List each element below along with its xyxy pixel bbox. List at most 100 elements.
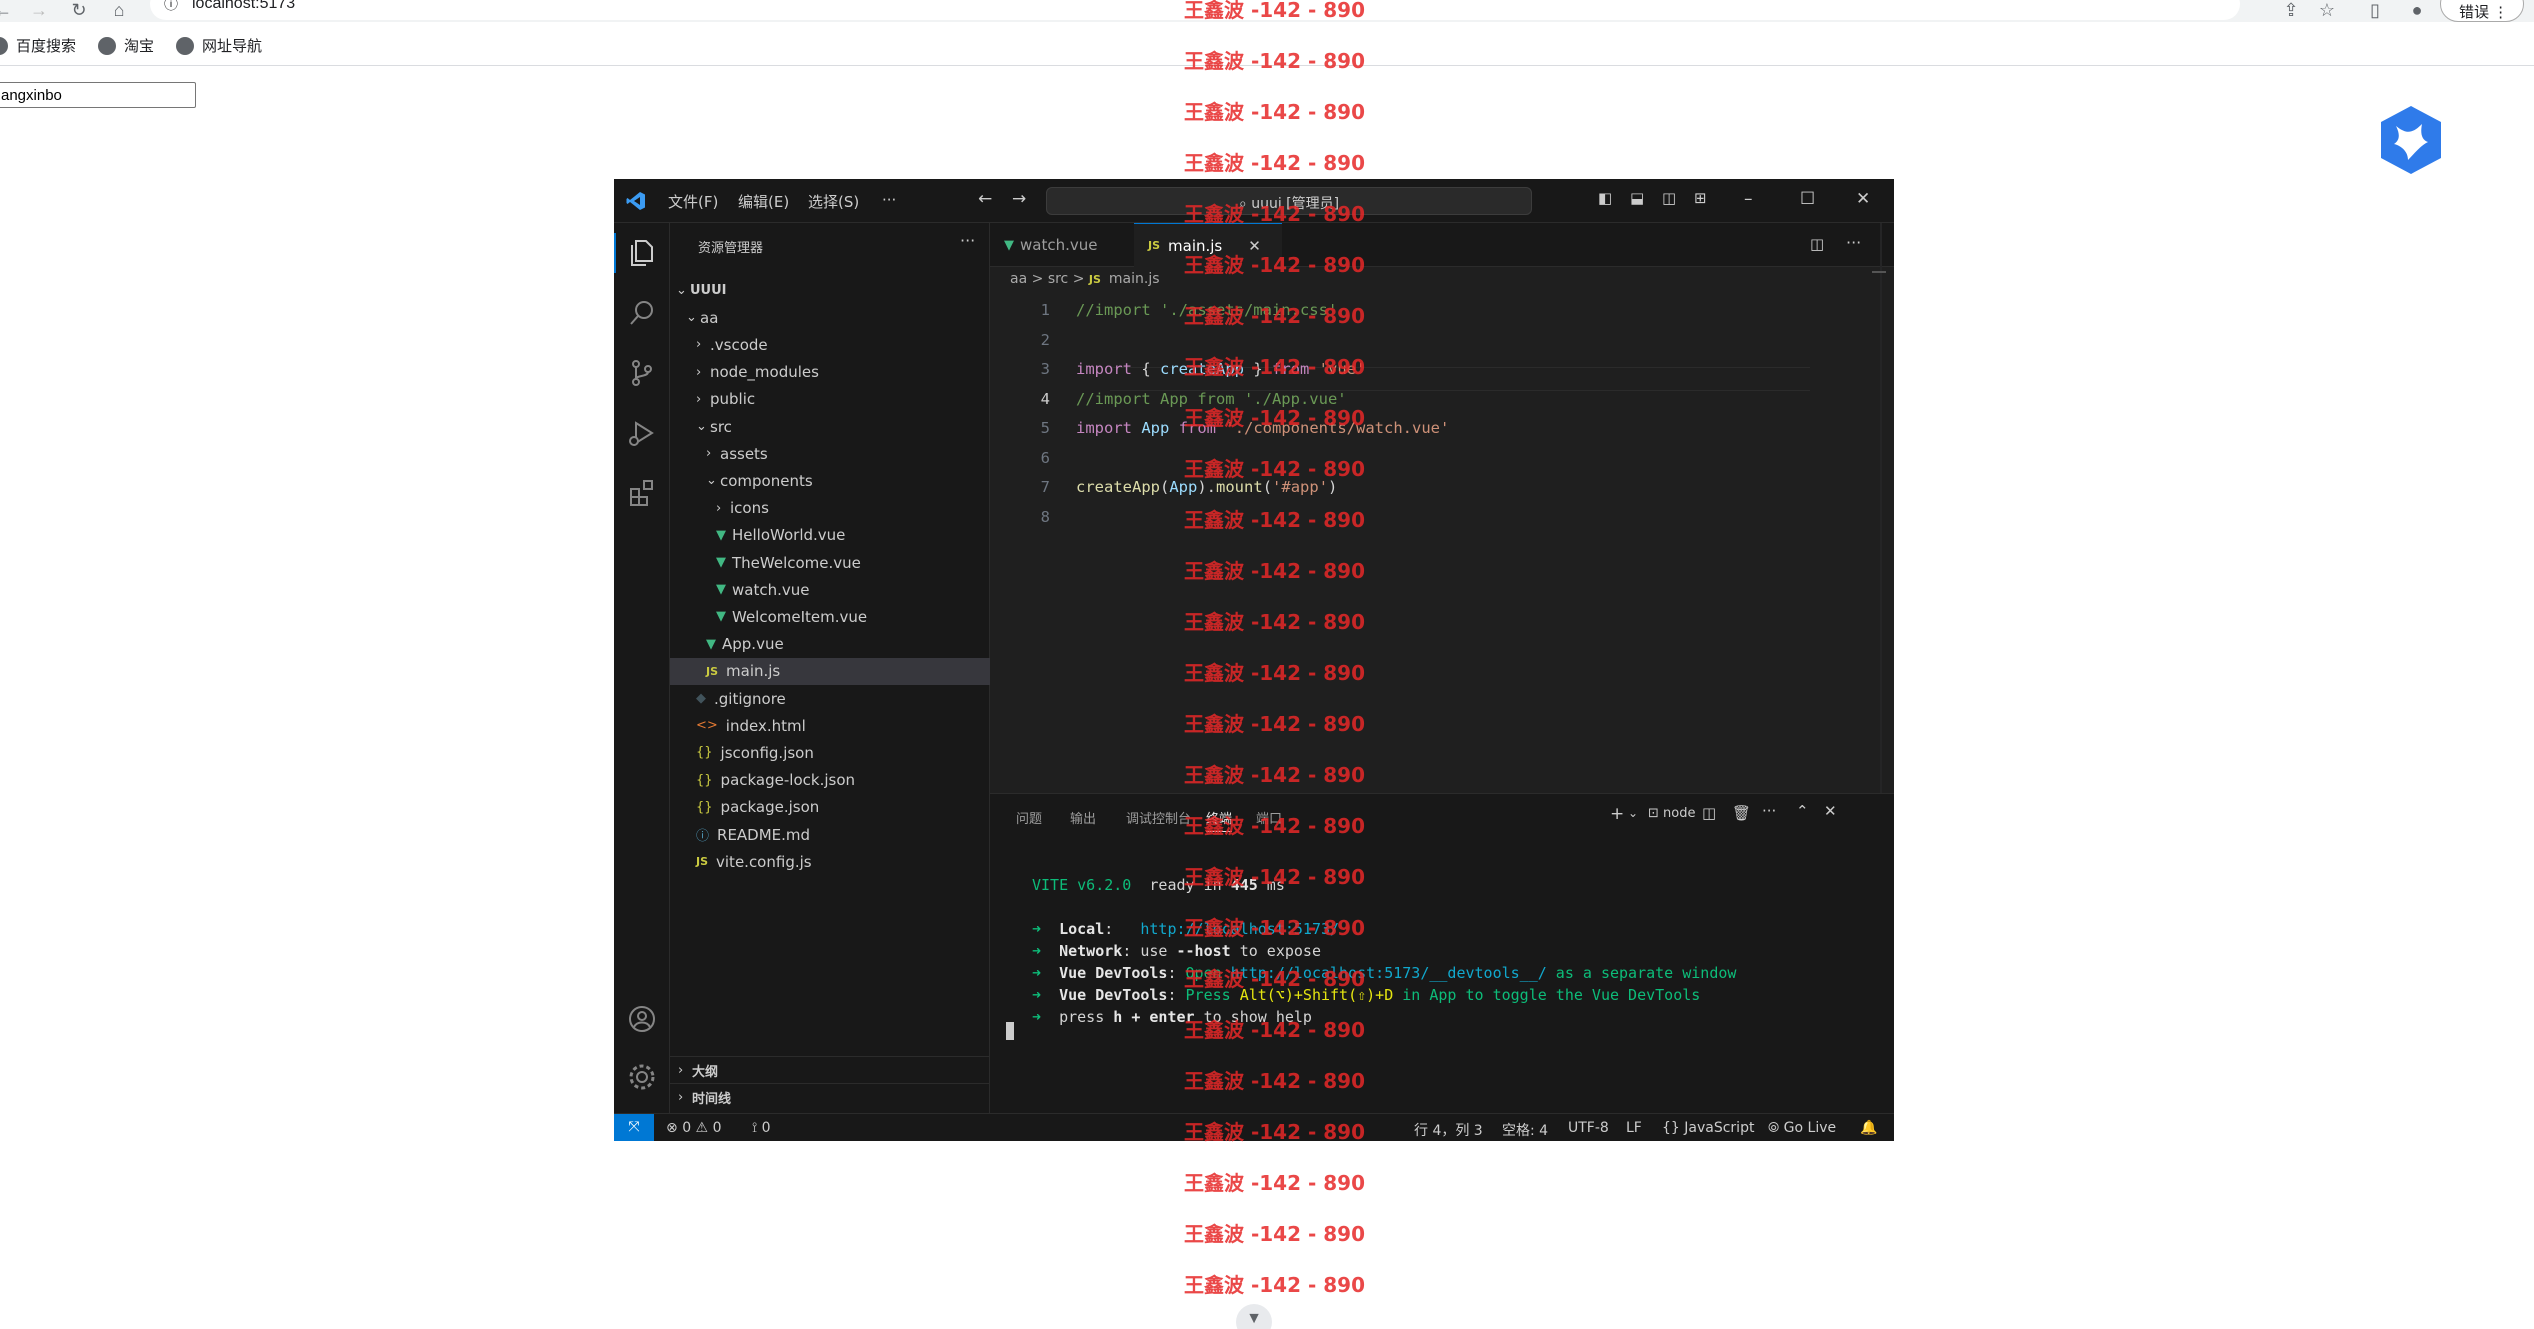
tree-item[interactable]: › assets: [670, 440, 990, 467]
command-center[interactable]: ⌕ uuui [管理员]: [1046, 187, 1532, 215]
tree-item[interactable]: ⌄ components: [670, 467, 990, 494]
ports-status[interactable]: ⟟ 0: [752, 1120, 771, 1136]
cursor-position[interactable]: 行 4，列 3: [1414, 1120, 1483, 1140]
tree-item[interactable]: › node_modules: [670, 359, 990, 386]
go-live[interactable]: ⦾ Go Live: [1768, 1120, 1836, 1136]
problems-status[interactable]: ⊗ 0 ⚠ 0: [666, 1120, 721, 1136]
menu-file[interactable]: 文件(F): [668, 191, 718, 212]
name-input[interactable]: [0, 82, 196, 108]
nav-back-icon[interactable]: ←: [978, 189, 992, 209]
line-number: 7: [1040, 478, 1050, 496]
new-terminal-icon[interactable]: +: [1610, 804, 1624, 824]
tab-ports[interactable]: 端口: [1256, 808, 1282, 827]
share-icon[interactable]: ⇪: [2280, 0, 2302, 20]
tree-item[interactable]: ▼ TheWelcome.vue: [670, 549, 990, 576]
back-icon[interactable]: ←: [0, 0, 12, 20]
close-panel-icon[interactable]: ✕: [1824, 802, 1837, 820]
toggle-panel-icon[interactable]: ⬓: [1630, 189, 1644, 207]
close-window-icon[interactable]: ✕: [1856, 189, 1870, 209]
explorer-more-icon[interactable]: ···: [960, 231, 975, 250]
tree-item[interactable]: ▼ App.vue: [670, 631, 990, 658]
tree-item[interactable]: ◆ .gitignore: [670, 685, 990, 712]
run-debug-icon[interactable]: [626, 417, 658, 449]
account-icon[interactable]: [626, 1003, 658, 1035]
tree-item[interactable]: ▼ watch.vue: [670, 576, 990, 603]
language-mode[interactable]: {} JavaScript: [1662, 1120, 1754, 1136]
close-tab-icon[interactable]: ✕: [1248, 237, 1261, 255]
toggle-secondary-sidebar-icon[interactable]: ◫: [1662, 189, 1676, 207]
status-bar: ⤧ ⊗ 0 ⚠ 0 ⟟ 0 行 4，列 3 空格: 4 UTF-8 LF {} …: [614, 1113, 1894, 1141]
search-icon[interactable]: [626, 297, 658, 329]
tab-watch-vue[interactable]: ▼ watch.vue: [990, 223, 1111, 267]
maximize-icon[interactable]: ☐: [1800, 189, 1815, 209]
tab-main-js[interactable]: JS main.js ✕: [1134, 223, 1282, 267]
scroll-down-icon[interactable]: ▼: [1236, 1304, 1272, 1329]
outline-section[interactable]: › 大纲: [670, 1056, 990, 1083]
tree-item[interactable]: ⌄ src: [670, 413, 990, 440]
split-terminal-icon[interactable]: ◫: [1702, 804, 1716, 822]
bookmark-baidu[interactable]: 百度搜索: [0, 35, 76, 56]
tab-output[interactable]: 输出: [1070, 808, 1096, 827]
line-ending[interactable]: LF: [1626, 1120, 1642, 1136]
breadcrumb-item[interactable]: main.js: [1109, 271, 1160, 287]
bookmark-star-icon[interactable]: ☆: [2316, 0, 2338, 20]
tree-item[interactable]: › .vscode: [670, 331, 990, 358]
tab-problems[interactable]: 问题: [1016, 808, 1042, 827]
explorer-icon[interactable]: [626, 237, 658, 269]
tab-terminal[interactable]: 终端: [1206, 808, 1233, 832]
split-editor-icon[interactable]: ◫: [1810, 235, 1824, 253]
breadcrumb-item[interactable]: src: [1048, 271, 1068, 287]
address-bar[interactable]: ⓘ localhost:5173: [150, 0, 2240, 20]
bird-logo-icon[interactable]: [2378, 104, 2444, 176]
tree-item[interactable]: JS vite.config.js: [670, 848, 990, 875]
forward-icon[interactable]: →: [30, 0, 48, 20]
panel-more-icon[interactable]: ···: [1762, 802, 1776, 820]
editor-more-icon[interactable]: ···: [1846, 233, 1861, 252]
tree-item[interactable]: {} package.json: [670, 794, 990, 821]
timeline-section[interactable]: › 时间线: [670, 1083, 990, 1110]
minimap[interactable]: [1872, 271, 1886, 273]
toggle-sidebar-icon[interactable]: ◧: [1598, 189, 1612, 207]
remote-indicator-icon[interactable]: ⤧: [614, 1114, 654, 1141]
minimize-icon[interactable]: –: [1744, 189, 1753, 209]
site-info-icon[interactable]: ⓘ: [164, 0, 178, 14]
bookmark-nav[interactable]: 网址导航: [176, 35, 262, 56]
tree-item[interactable]: JS main.js: [670, 657, 990, 685]
tree-item[interactable]: ⌄ UUUI: [670, 277, 990, 304]
breadcrumb-item[interactable]: aa: [1010, 271, 1027, 287]
tree-item[interactable]: ▼ HelloWorld.vue: [670, 522, 990, 549]
menu-more[interactable]: ···: [882, 191, 896, 209]
notifications-bell-icon[interactable]: 🔔: [1860, 1120, 1877, 1136]
tree-item[interactable]: ▼ WelcomeItem.vue: [670, 603, 990, 630]
trash-icon[interactable]: 🗑: [1732, 804, 1751, 822]
bookmark-taobao[interactable]: 淘宝: [98, 35, 154, 56]
settings-gear-icon[interactable]: [626, 1061, 658, 1093]
tree-item[interactable]: ⌄ aa: [670, 304, 990, 331]
encoding[interactable]: UTF-8: [1568, 1120, 1609, 1136]
nav-forward-icon[interactable]: →: [1012, 189, 1026, 209]
tree-item[interactable]: {} jsconfig.json: [670, 739, 990, 766]
tree-item[interactable]: <> index.html: [670, 712, 990, 739]
scrollbar[interactable]: [1880, 223, 1882, 793]
menu-selection[interactable]: 选择(S): [808, 191, 859, 212]
terminal-shell[interactable]: ⊡ node: [1648, 806, 1696, 821]
tree-item[interactable]: ⓘ README.md: [670, 821, 990, 848]
chevron-down-icon[interactable]: ⌄: [1628, 806, 1638, 820]
sidepanel-icon[interactable]: ▯: [2364, 0, 2386, 20]
code-line: 5 import App from './components/watch.vue…: [990, 419, 1894, 443]
tab-debug-console[interactable]: 调试控制台: [1126, 808, 1191, 827]
extensions-icon[interactable]: [626, 477, 658, 509]
reload-icon[interactable]: ↻: [70, 0, 88, 20]
home-icon[interactable]: ⌂: [110, 0, 128, 20]
tree-item[interactable]: {} package-lock.json: [670, 767, 990, 794]
json-file-icon: {}: [696, 745, 713, 761]
source-control-icon[interactable]: [626, 357, 658, 389]
profile-icon[interactable]: ●: [2406, 0, 2428, 20]
maximize-panel-icon[interactable]: ⌃: [1796, 802, 1809, 820]
tree-item[interactable]: › icons: [670, 495, 990, 522]
error-pill[interactable]: 错误 ⋮: [2440, 0, 2524, 22]
tree-item[interactable]: › public: [670, 386, 990, 413]
customize-layout-icon[interactable]: ⊞: [1694, 189, 1707, 207]
menu-edit[interactable]: 编辑(E): [738, 191, 789, 212]
indentation[interactable]: 空格: 4: [1502, 1120, 1548, 1140]
